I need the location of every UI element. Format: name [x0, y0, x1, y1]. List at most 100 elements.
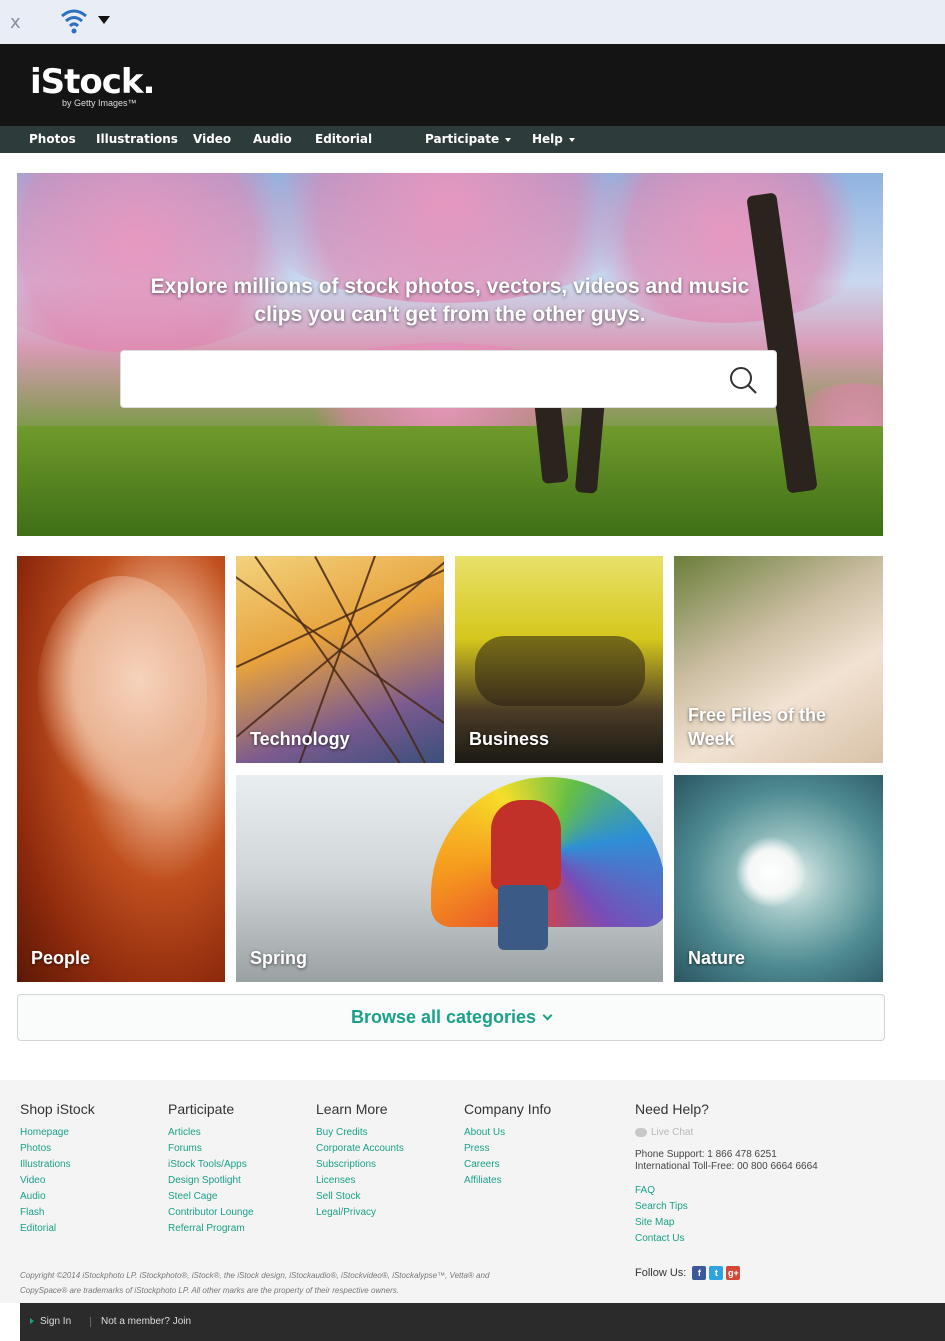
footer-link-contact-us[interactable]: Contact Us: [635, 1231, 818, 1247]
footer-link-affiliates[interactable]: Affiliates: [464, 1173, 551, 1189]
footer-link-editorial[interactable]: Editorial: [20, 1221, 95, 1237]
footer-link-illustrations[interactable]: Illustrations: [20, 1157, 95, 1173]
tile-business[interactable]: Business: [455, 556, 663, 763]
tile-technology[interactable]: Technology: [236, 556, 444, 763]
intl-toll-free: International Toll-Free: 00 800 6664 666…: [635, 1161, 818, 1172]
flower: [736, 837, 806, 907]
footer-link-tools-apps[interactable]: iStock Tools/Apps: [168, 1157, 254, 1173]
tile-label: Spring: [250, 948, 307, 968]
footer-link-steel-cage[interactable]: Steel Cage: [168, 1189, 254, 1205]
footer-link-legal-privacy[interactable]: Legal/Privacy: [316, 1205, 404, 1221]
browser-toolbar: x: [0, 0, 945, 44]
tile-label: Nature: [688, 948, 746, 968]
account-bar: Sign In Not a member? Join: [20, 1303, 945, 1341]
nav-photos[interactable]: Photos: [29, 126, 76, 153]
hero-grass: [17, 426, 883, 536]
footer-link-subscriptions[interactable]: Subscriptions: [316, 1157, 404, 1173]
footer-heading: Shop iStock: [20, 1101, 95, 1117]
footer-link-articles[interactable]: Articles: [168, 1125, 254, 1141]
nav-illustrations[interactable]: Illustrations: [96, 126, 178, 153]
footer: Shop iStock Homepage Photos Illustration…: [0, 1080, 945, 1303]
footer-link-about-us[interactable]: About Us: [464, 1125, 551, 1141]
nav-video[interactable]: Video: [193, 126, 231, 153]
phone-support: Phone Support: 1 866 478 6251: [635, 1149, 777, 1160]
google-plus-icon[interactable]: g+: [726, 1266, 741, 1280]
chevron-down-icon: [542, 1010, 553, 1021]
portrait-face: [37, 576, 207, 806]
tile-spring[interactable]: Spring: [236, 775, 663, 982]
footer-link-corporate-accounts[interactable]: Corporate Accounts: [316, 1141, 404, 1157]
nav-help[interactable]: Help: [532, 126, 575, 153]
footer-link-design-spotlight[interactable]: Design Spotlight: [168, 1173, 254, 1189]
search-input[interactable]: [131, 359, 711, 399]
brand-tagline: by Getty Images™: [62, 98, 137, 108]
footer-link-audio[interactable]: Audio: [20, 1189, 95, 1205]
browse-label: Browse all categories: [350, 1007, 537, 1027]
follow-label: Follow Us:: [635, 1266, 687, 1279]
sign-in-link[interactable]: Sign In: [30, 1303, 71, 1341]
main-nav: Photos Illustrations Video Audio Editori…: [0, 126, 945, 153]
tile-label: Technology: [250, 729, 350, 749]
footer-heading: Company Info: [464, 1101, 552, 1117]
footer-link-buy-credits[interactable]: Buy Credits: [316, 1125, 404, 1141]
footer-link-press[interactable]: Press: [464, 1141, 551, 1157]
join-link[interactable]: Not a member? Join: [101, 1303, 191, 1341]
footer-heading: Need Help?: [635, 1101, 709, 1117]
footer-link-licenses[interactable]: Licenses: [316, 1173, 404, 1189]
footer-link-search-tips[interactable]: Search Tips: [635, 1199, 818, 1215]
live-chat-label: Live Chat: [651, 1127, 694, 1138]
footer-participate: Participate Articles Forums iStock Tools…: [168, 1101, 254, 1237]
brand-logo[interactable]: iStock. by Getty Images™: [30, 62, 155, 108]
footer-link-referral-program[interactable]: Referral Program: [168, 1221, 254, 1237]
nav-audio[interactable]: Audio: [253, 126, 292, 153]
follow-us: Follow Us: f t g+: [635, 1266, 741, 1280]
footer-link-faq[interactable]: FAQ: [635, 1183, 818, 1199]
footer-link-forums[interactable]: Forums: [168, 1141, 254, 1157]
footer-shop: Shop iStock Homepage Photos Illustration…: [20, 1101, 95, 1237]
copyright-text: Copyright ©2014 iStockphoto LP. iStockph…: [20, 1268, 610, 1298]
search-icon[interactable]: [727, 365, 759, 397]
tile-label: Business: [469, 729, 550, 749]
tile-label: Free Files of the Week: [688, 705, 827, 749]
chat-bubble-icon: [635, 1127, 647, 1137]
live-chat-link[interactable]: Live Chat: [635, 1125, 818, 1141]
brand-name: iStock.: [30, 62, 155, 102]
footer-company: Company Info About Us Press Careers Affi…: [464, 1101, 551, 1189]
facebook-icon[interactable]: f: [692, 1266, 707, 1280]
chevron-down-icon: [568, 137, 575, 142]
footer-link-video[interactable]: Video: [20, 1173, 95, 1189]
footer-link-careers[interactable]: Careers: [464, 1157, 551, 1173]
footer-link-site-map[interactable]: Site Map: [635, 1215, 818, 1231]
nav-participate[interactable]: Participate: [425, 126, 512, 153]
tile-nature[interactable]: Nature: [674, 775, 883, 982]
nav-participate-label: Participate: [425, 132, 500, 146]
tile-free-files[interactable]: Free Files of the Week: [674, 556, 883, 763]
chevron-down-icon[interactable]: [98, 16, 110, 24]
footer-link-homepage[interactable]: Homepage: [20, 1125, 95, 1141]
footer-link-flash[interactable]: Flash: [20, 1205, 95, 1221]
footer-link-contributor-lounge[interactable]: Contributor Lounge: [168, 1205, 254, 1221]
meeting-people: [475, 636, 645, 706]
twitter-icon[interactable]: t: [709, 1266, 724, 1280]
tile-people[interactable]: People: [17, 556, 225, 982]
footer-learn: Learn More Buy Credits Corporate Account…: [316, 1101, 404, 1221]
hero-banner: Explore millions of stock photos, vector…: [17, 173, 883, 536]
browse-all-categories-button[interactable]: Browse all categories: [17, 994, 885, 1041]
sign-in-label: Sign In: [40, 1316, 72, 1327]
chevron-down-icon: [505, 137, 512, 142]
site-header: iStock. by Getty Images™: [0, 44, 945, 126]
copyright-line: CopySpace® are trademarks of iStockphoto…: [20, 1286, 399, 1295]
close-icon[interactable]: x: [10, 12, 21, 33]
wifi-logo-icon[interactable]: [58, 8, 90, 36]
hero-headline: Explore millions of stock photos, vector…: [150, 275, 750, 326]
arrow-right-icon: [30, 1318, 34, 1325]
tile-label: People: [31, 948, 91, 968]
divider: [90, 1317, 91, 1327]
footer-link-sell-stock[interactable]: Sell Stock: [316, 1189, 404, 1205]
nav-editorial[interactable]: Editorial: [315, 126, 372, 153]
copyright-line: Copyright ©2014 iStockphoto LP. iStockph…: [20, 1271, 490, 1280]
footer-link-photos[interactable]: Photos: [20, 1141, 95, 1157]
footer-heading: Participate: [168, 1101, 235, 1117]
